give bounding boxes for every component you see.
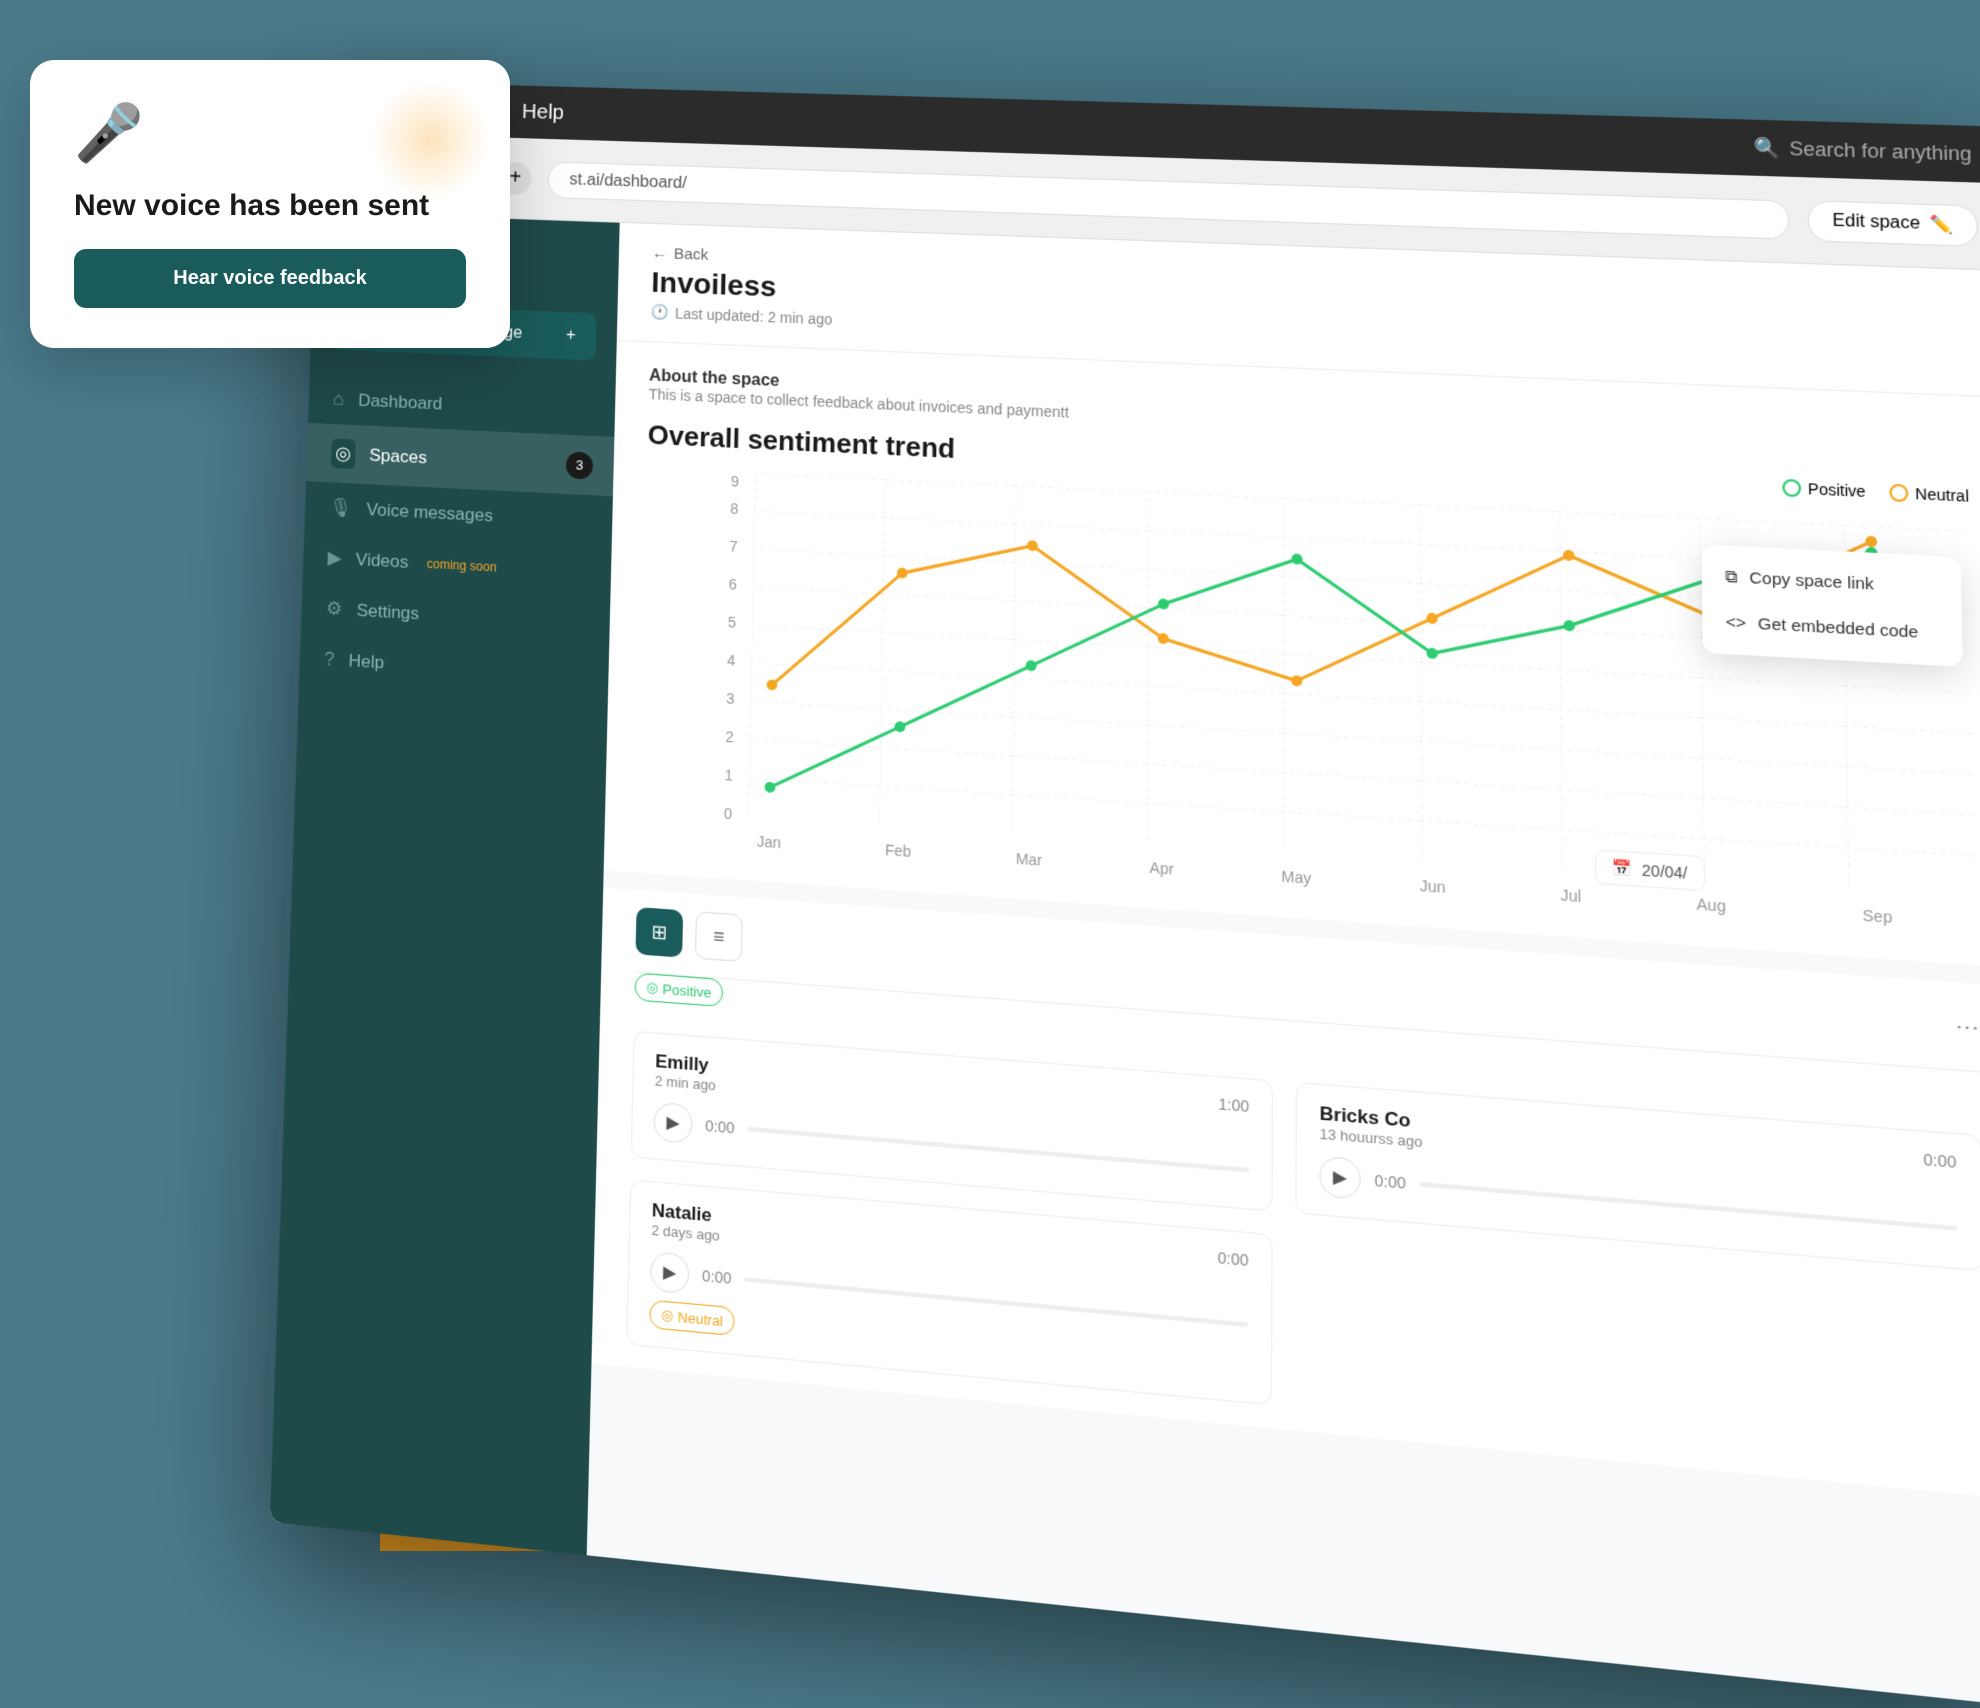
coming-soon-badge: coming soon [427,556,497,574]
message-duration: 0:00 [1923,1150,1956,1171]
legend-neutral: Neutral [1889,483,1969,504]
copy-icon: ⧉ [1725,568,1738,587]
svg-text:Apr: Apr [1149,859,1174,878]
settings-icon: ⚙ [326,598,343,621]
svg-text:1: 1 [724,766,733,784]
list-view-button[interactable]: ≡ [695,911,743,962]
svg-text:9: 9 [731,473,740,490]
svg-text:May: May [1281,867,1311,887]
help-icon: ? [324,648,335,670]
message-card: Natalie 2 days ago 0:00 ▶ 0:00 [626,1179,1272,1405]
audio-waveform [1420,1182,1958,1231]
notification-popup: 🎤 New voice has been sent Hear voice fee… [30,60,510,348]
svg-text:Feb: Feb [885,841,912,860]
positive-legend-dot [1782,478,1801,497]
clock-icon: 🕐 [650,303,669,321]
grid-view-button[interactable]: ⊞ [635,907,683,958]
edit-icon: ✏️ [1929,213,1953,236]
sidebar-item-label-spaces: Spaces [369,445,427,468]
play-button[interactable]: ▶ [1319,1156,1360,1200]
neutral-circle-icon: ◎ [661,1306,674,1325]
sidebar: 〰️ Verbanest Record a new message + ⌂ Da… [270,212,620,1555]
play-button[interactable]: ▶ [653,1102,692,1144]
positive-label: Positive [1808,479,1866,499]
chart-legend: Positive Neutral [1782,478,1969,504]
message-card: Emilly 2 min ago 1:00 ▶ 0:00 [631,1031,1273,1212]
positive-circle-icon: ◎ [646,979,658,997]
sidebar-item-label-settings: Settings [356,600,419,624]
play-time: 0:00 [705,1117,735,1137]
message-card: Bricks Co 13 houurss ago 0:00 ▶ 0:00 [1295,1082,1980,1271]
message-sender-info: Bricks Co 13 houurss ago [1320,1103,1423,1151]
neutral-badge: ◎ Neutral [649,1300,735,1337]
message-time: 2 min ago [655,1072,716,1093]
sentiment-chart: 0 1 2 3 4 5 6 7 8 9 Jan Feb Mar [638,468,1978,938]
message-sender-info: Natalie 2 days ago [651,1200,720,1244]
hear-feedback-button[interactable]: Hear voice feedback [74,249,466,308]
message-sender-info: Emilly 2 min ago [655,1051,717,1094]
svg-text:8: 8 [730,500,739,517]
svg-text:Jun: Jun [1420,877,1446,897]
spaces-icon: ◎ [331,438,356,469]
copy-space-link-label: Copy space link [1749,569,1874,594]
spaces-badge: 3 [566,451,594,479]
app-layout: 〰️ Verbanest Record a new message + ⌂ Da… [270,212,1980,1707]
video-icon: ▶ [327,547,342,569]
svg-text:2: 2 [725,728,734,746]
neutral-label: Neutral [1915,484,1969,504]
play-button[interactable]: ▶ [650,1251,690,1294]
search-icon: 🔍 [1754,136,1780,159]
legend-positive: Positive [1782,478,1866,500]
svg-text:4: 4 [727,652,736,670]
browser-window: Go Window Help 🔍 Search for anything inv… [270,80,1980,1708]
svg-text:Sep: Sep [1862,906,1892,926]
last-updated-text: Last updated: 2 min ago [675,305,833,328]
play-time: 0:00 [1374,1171,1405,1192]
get-embedded-code-label: Get embedded code [1758,615,1919,642]
main-content: ← Back Invoiless 🕐 Last updated: 2 min a… [587,223,1980,1708]
play-time: 0:00 [702,1267,732,1287]
date-filter[interactable]: 📅 20/04/ [1595,849,1706,891]
sidebar-item-label-voice: Voice messages [366,499,493,526]
messages-section: ⊞ ≡ ⋯ ◎ Positive Emi [591,888,1980,1501]
svg-text:Mar: Mar [1016,850,1043,869]
edit-space-button[interactable]: Edit space ✏️ [1808,200,1978,247]
svg-text:3: 3 [726,690,735,708]
microphone-nav-icon: 🎙 [329,497,353,520]
neutral-legend-dot [1889,483,1908,502]
edit-space-label: Edit space [1832,211,1920,233]
search-text: Search for anything [1789,137,1972,165]
record-btn-plus-icon: + [566,326,576,345]
message-duration: 0:00 [1218,1249,1249,1270]
code-icon: <> [1726,613,1747,633]
audio-waveform [747,1127,1249,1173]
menu-help[interactable]: Help [522,100,565,124]
context-menu: ⧉ Copy space link <> Get embedded code [1701,544,1962,667]
svg-text:6: 6 [728,576,737,593]
sidebar-item-label-help: Help [348,650,384,673]
back-label: Back [674,245,709,264]
os-search: 🔍 Search for anything [1754,136,1972,165]
back-arrow-icon: ← [652,244,668,262]
sidebar-item-label-dashboard: Dashboard [358,390,443,414]
date-text: 20/04/ [1642,861,1688,882]
calendar-icon: 📅 [1612,858,1632,878]
chart-container: 0 1 2 3 4 5 6 7 8 9 Jan Feb Mar [638,468,1978,938]
chart-title: Overall sentiment trend [647,419,955,466]
sidebar-item-label-videos: Videos [356,549,409,572]
notif-glow [370,80,490,200]
svg-text:0: 0 [724,805,733,823]
svg-text:Jan: Jan [757,833,781,852]
messages-menu-button[interactable]: ⋯ [1955,1011,1980,1042]
svg-text:Jul: Jul [1561,886,1582,905]
svg-text:Aug: Aug [1696,895,1726,915]
section-positive-badge: ◎ Positive [634,972,723,1007]
message-duration: 1:00 [1218,1095,1249,1115]
home-icon: ⌂ [333,388,345,410]
svg-text:5: 5 [728,613,737,630]
svg-text:7: 7 [729,538,738,555]
